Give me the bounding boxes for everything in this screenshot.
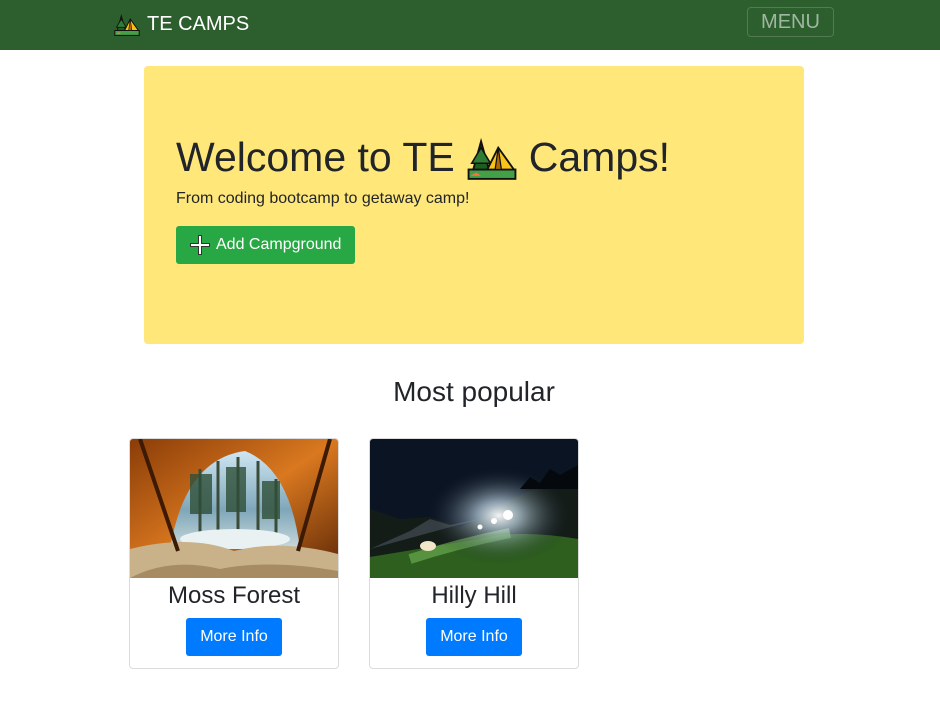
title-text-start: Welcome to TE bbox=[176, 134, 455, 180]
brand-link[interactable]: TE CAMPS bbox=[114, 11, 249, 37]
campground-card: Hilly Hill More Info bbox=[369, 438, 579, 669]
add-campground-label: Add Campground bbox=[216, 236, 342, 253]
camping-tent-icon bbox=[467, 132, 517, 182]
most-popular-heading: Most popular bbox=[393, 376, 555, 407]
camping-tent-icon bbox=[114, 11, 140, 37]
page-subtitle: From coding bootcamp to getaway camp! bbox=[176, 190, 470, 207]
brand-label: TE CAMPS bbox=[147, 12, 250, 35]
card-title: Hilly Hill bbox=[431, 582, 517, 609]
add-campground-button[interactable]: Add Campground bbox=[176, 226, 355, 264]
welcome-jumbotron: Welcome to TE Camps! From coding bootcam… bbox=[144, 66, 804, 344]
night-hill-camp-photo bbox=[370, 439, 578, 578]
tent-interior-forest-photo bbox=[130, 439, 338, 578]
more-info-button[interactable]: More Info bbox=[426, 618, 522, 656]
more-info-button[interactable]: More Info bbox=[186, 618, 282, 656]
page-title: Welcome to TE Camps! bbox=[176, 132, 670, 182]
top-navbar: TE CAMPS MENU bbox=[0, 0, 940, 50]
card-title: Moss Forest bbox=[167, 582, 301, 609]
plus-icon bbox=[190, 235, 210, 255]
title-text-end: Camps! bbox=[528, 134, 671, 180]
campground-card: Moss Forest More Info bbox=[129, 438, 339, 669]
menu-button[interactable]: MENU bbox=[747, 7, 834, 37]
